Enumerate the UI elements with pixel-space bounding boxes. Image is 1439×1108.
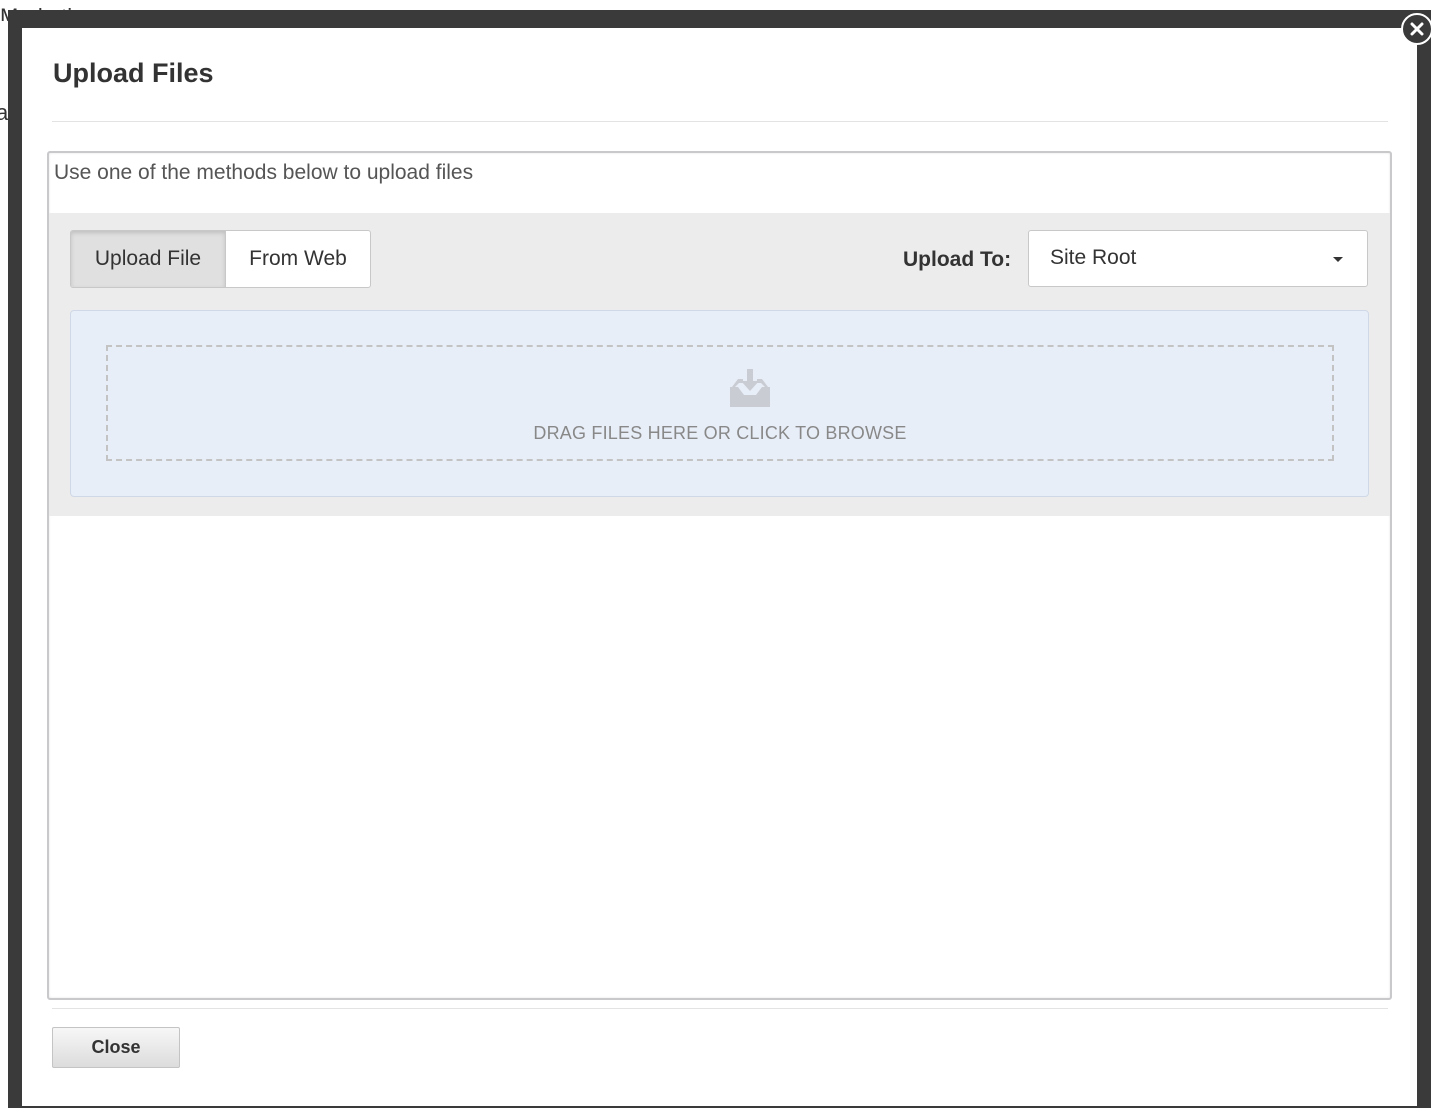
tab-upload-file[interactable]: Upload File: [71, 231, 226, 287]
footer-divider: [52, 1008, 1388, 1009]
title-divider: [52, 121, 1388, 122]
dropzone-dashed-area: DRAG FILES HERE OR CLICK TO BROWSE: [106, 345, 1334, 461]
dropzone-instructions: DRAG FILES HERE OR CLICK TO BROWSE: [533, 423, 907, 443]
close-button[interactable]: Close: [52, 1027, 180, 1068]
background-text-fragment: a: [0, 100, 9, 125]
tab-from-web[interactable]: From Web: [226, 231, 370, 287]
modal-title: Upload Files: [53, 58, 214, 88]
close-circle-icon[interactable]: [1401, 13, 1433, 45]
upload-to-selected-value: Site Root: [1050, 246, 1137, 269]
close-x-glyph-icon: [1410, 22, 1424, 36]
caret-down-icon: [1333, 257, 1343, 262]
upload-panel: Use one of the methods below to upload f…: [47, 151, 1392, 1000]
upload-to-label: Upload To:: [903, 248, 1012, 271]
upload-toolbar-area: Upload File From Web Upload To: Site Roo…: [49, 213, 1390, 516]
file-dropzone[interactable]: DRAG FILES HERE OR CLICK TO BROWSE: [70, 310, 1369, 497]
upload-files-modal: Upload Files Use one of the methods belo…: [22, 28, 1417, 1106]
inbox-download-icon: [730, 369, 770, 407]
upload-method-tabs: Upload File From Web: [70, 230, 371, 288]
panel-intro-text: Use one of the methods below to upload f…: [54, 161, 474, 184]
upload-to-select[interactable]: Site Root: [1028, 230, 1368, 287]
